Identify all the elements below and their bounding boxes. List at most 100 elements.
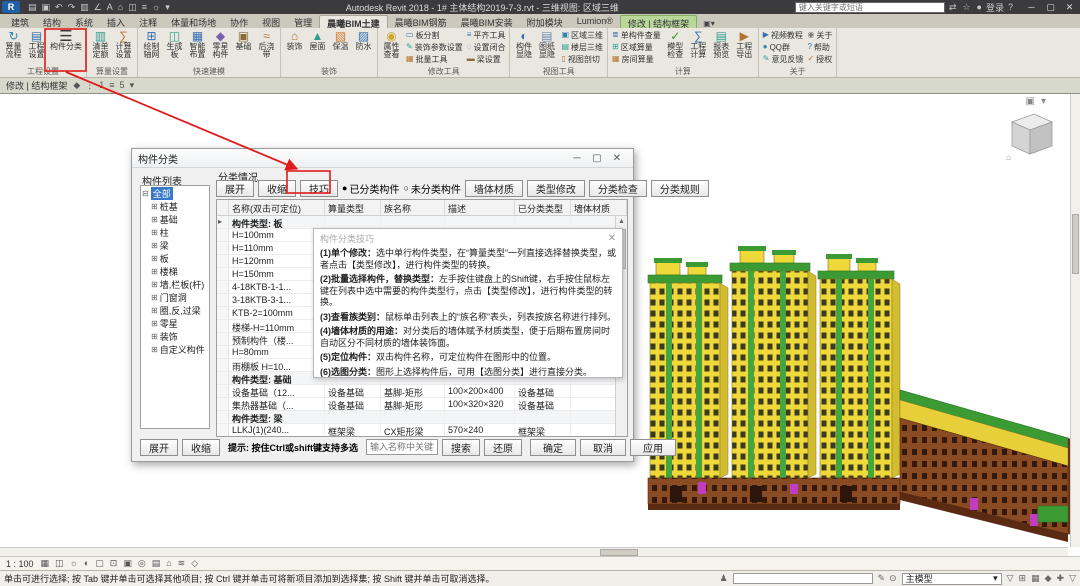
class-rules-button[interactable]: 分类规则 [651,180,709,197]
ribbon-small-button[interactable]: ≡平齐工具 [465,29,508,41]
close-button[interactable]: ✕ [1061,1,1078,13]
tree-expand-icon[interactable]: ⊞ [151,293,158,302]
shadows-icon[interactable]: ◐ [84,558,89,569]
tree-item[interactable]: ⊞ 门窗洞 [142,291,208,304]
justify-diamond-icon[interactable]: ◆ [73,80,80,91]
ribbon-button[interactable]: ∑工程计算 [687,29,710,67]
viewcube[interactable]: ⌂ [1000,106,1058,164]
help-icon[interactable]: ? [1008,2,1013,12]
table-header[interactable]: 名称(双击可定位) 算量类型 族名称 描述 已分类类型 墙体材质 [217,200,627,216]
customize-qat-icon[interactable]: ▾ [165,1,170,13]
dialog-titlebar[interactable]: 构件分类 ─ ▢ ✕ [132,149,633,168]
undo-icon[interactable]: ↶ [55,1,63,13]
ribbon-button[interactable]: ▦智能布置 [186,29,209,67]
open-file-icon[interactable]: ▤ [28,1,37,13]
tips-close-icon[interactable]: ✕ [608,233,616,244]
ribbon-button[interactable]: ▲屋面 [306,29,329,67]
ribbon-tab[interactable]: 系统 [68,15,100,28]
tree-expand-icon[interactable]: ⊞ [151,280,158,289]
ribbon-button[interactable]: ≈后浇带 [255,29,278,67]
ribbon-tab[interactable]: 晨曦BIM土建 [319,15,388,28]
worksets-worker-icon[interactable]: ♟ [719,573,727,584]
tree-item[interactable]: ⊞ 零星 [142,317,208,330]
apply-button[interactable]: 应用 [630,439,676,456]
workset-selector[interactable] [733,573,873,584]
tree-item[interactable]: ⊞ 柱 [142,226,208,239]
collapse-button[interactable]: 收缩 [258,180,296,197]
ribbon-small-button[interactable]: ◌设置闭合 [465,41,508,53]
expand-button[interactable]: 展开 [216,180,254,197]
detail-level-icon[interactable]: ▦ [41,558,50,569]
show-crop-icon[interactable]: ▣ [123,558,132,569]
canvas-horizontal-scrollbar[interactable] [0,547,1068,556]
signin-link[interactable]: 登录 [986,1,1004,14]
tree-expand-icon[interactable]: ⊞ [151,267,158,276]
table-row[interactable]: 构件类型: 梁 [217,411,627,424]
ribbon-button[interactable]: ▣基础 [232,29,255,67]
reveal-hidden-icon[interactable]: ⌂ [166,558,171,569]
ribbon-small-button[interactable]: ≣单构件查量 [610,29,663,41]
canvas-vertical-scrollbar[interactable] [1070,94,1080,547]
ribbon-button[interactable]: ▤图纸显隐 [535,29,558,67]
ribbon-button[interactable]: ⊞绘制轴网 [140,29,163,67]
tree-expand-icon[interactable]: ⊞ [151,306,158,315]
ribbon-button[interactable]: ▶工程导出 [733,29,756,67]
ribbon-button[interactable]: ⌂装饰 [283,29,306,67]
ribbon-small-button[interactable]: ▣区域三维 [559,29,605,41]
analytical-icon[interactable]: ≋ [178,558,186,569]
constraints-icon[interactable]: ◇ [191,558,198,569]
tree-item[interactable]: ⊞ 基础 [142,213,208,226]
select-by-face-icon[interactable]: ✚ [1057,573,1065,584]
ribbon-tab[interactable]: 体量和场地 [164,15,223,28]
visual-style-icon[interactable]: ◫ [55,558,64,569]
tab-overflow-icon[interactable]: ▣▾ [697,19,721,28]
tree-expand-icon[interactable]: ⊞ [151,215,158,224]
tree-expand-button[interactable]: 展开 [140,439,178,456]
ribbon-button[interactable]: ▤工程设置 [25,29,48,67]
ribbon-tab[interactable]: 视图 [255,15,287,28]
edit-in-place-icon[interactable]: ⊞ [1019,573,1027,584]
tree-expand-icon[interactable]: ⊞ [151,228,158,237]
class-check-button[interactable]: 分类检查 [589,180,647,197]
option-5-icon[interactable]: 5 [120,80,125,91]
align-lines-icon[interactable]: ≡ [109,80,114,91]
tree-item[interactable]: ⊞ 装饰 [142,330,208,343]
radio-classified[interactable]: ● 已分类构件 [342,181,399,196]
minimize-button[interactable]: ─ [1023,1,1040,13]
tree-expand-icon[interactable]: ⊞ [151,319,158,328]
favorites-star-icon[interactable]: ☆ [962,2,970,13]
ribbon-tab[interactable]: Lumion® [570,15,620,28]
ribbon-tab[interactable]: 修改 | 结构框架 [620,15,697,28]
search-input[interactable] [795,2,945,13]
ribbon-small-button[interactable]: ▶视频教程 [761,29,806,41]
active-only-icon[interactable]: ⊙ [889,573,897,584]
ribbon-small-button[interactable]: ✎装饰参数设置 [404,41,465,53]
ribbon-small-button[interactable]: ▬梁设置 [465,53,508,65]
tree-item[interactable]: ⊞ 墙,栏板(杆) [142,278,208,291]
dialog-close-button[interactable]: ✕ [607,153,627,164]
render-dialog-icon[interactable]: ▢ [95,558,104,569]
type-modify-button[interactable]: 类型修改 [527,180,585,197]
exclude-options-icon[interactable]: ▽ [1007,573,1014,584]
select-pinned-icon[interactable]: ◆ [1045,573,1052,584]
ribbon-tab[interactable]: 插入 [100,15,132,28]
wall-material-button[interactable]: 墙体材质 [465,180,523,197]
search-button[interactable]: 搜索 [442,439,480,456]
tree-expand-icon[interactable]: ⊞ [151,202,158,211]
tree-item[interactable]: ⊞ 楼梯 [142,265,208,278]
ribbon-button[interactable]: ▧保温 [329,29,352,67]
tips-button[interactable]: 技巧 [300,180,338,197]
ribbon-small-button[interactable]: ▯视图剖切 [559,53,605,65]
ribbon-tab[interactable]: 晨曦BIM钢筋 [388,15,454,28]
text-icon[interactable]: A [107,1,113,13]
tree-item[interactable]: ⊞ 圈,反,过梁 [142,304,208,317]
ribbon-small-button[interactable]: ▭板分割 [404,29,465,41]
save-icon[interactable]: ▣ [42,1,51,13]
ribbon-button[interactable]: ✓模型检查 [664,29,687,67]
temp-hide-icon[interactable]: ▤ [152,558,161,569]
ribbon-button[interactable]: ◐构件显隐 [512,29,535,67]
editable-only-icon[interactable]: ✎ [878,573,886,584]
crop-view-icon[interactable]: ⊡ [110,558,118,569]
ribbon-small-button[interactable]: ◉关于 [805,29,834,41]
ribbon-small-button[interactable]: ?帮助 [805,41,834,53]
